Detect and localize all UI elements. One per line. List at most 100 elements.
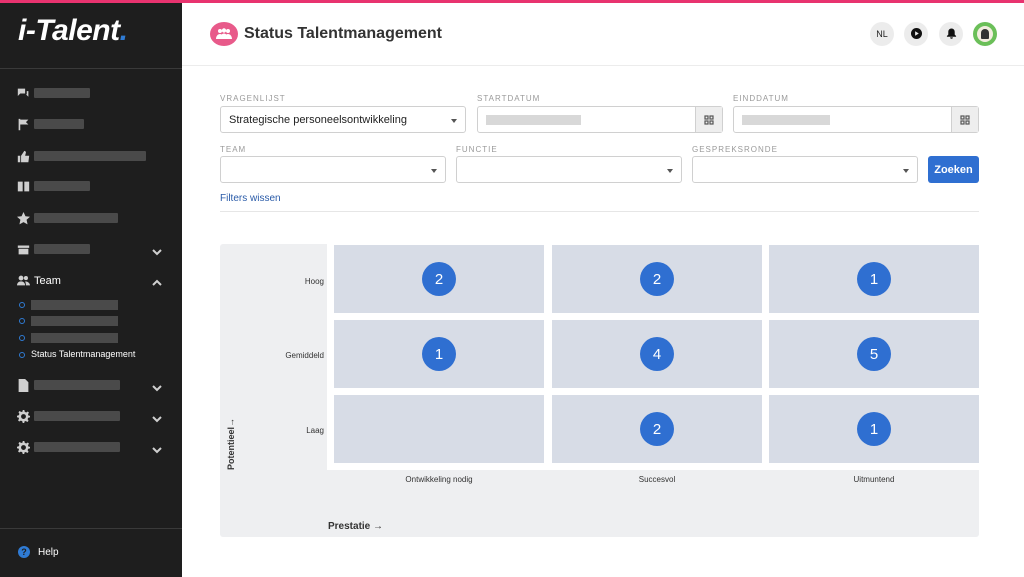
redacted-label [34, 181, 90, 191]
redacted-date [742, 115, 830, 125]
sidebar-divider [0, 528, 182, 529]
matrix-cell-empty[interactable] [334, 395, 544, 463]
sidebar-item-document[interactable] [0, 371, 182, 399]
play-button[interactable] [904, 22, 928, 46]
sidebar-item-settings-1[interactable] [0, 402, 182, 430]
count-bubble[interactable]: 2 [422, 262, 456, 296]
help-icon: ? [18, 546, 30, 558]
archive-icon [16, 242, 30, 256]
thumbs-up-icon [16, 149, 30, 163]
sidebar-item-label: Team [34, 275, 61, 287]
chevron-down-icon[interactable] [152, 380, 162, 392]
matrix-cell[interactable]: 1 [769, 245, 979, 313]
chevron-up-icon[interactable] [152, 275, 162, 286]
count-bubble[interactable]: 1 [422, 337, 456, 371]
count-bubble[interactable]: 2 [640, 412, 674, 446]
redacted-label [34, 119, 84, 129]
book-icon [16, 179, 30, 193]
column-label-ontwikkeling-nodig: Ontwikkeling nodig [405, 475, 473, 484]
chevron-down-icon[interactable] [152, 244, 162, 256]
row-label-hoog: Hoog [304, 277, 324, 286]
sidebar-item-flag[interactable] [0, 110, 182, 138]
bullet-icon [19, 335, 25, 341]
sidebar-subitem[interactable] [0, 331, 182, 347]
calendar-icon[interactable] [951, 107, 978, 132]
avatar[interactable] [973, 22, 997, 46]
redacted-label [34, 411, 120, 421]
chevron-down-icon[interactable] [152, 411, 162, 423]
count-bubble[interactable]: 5 [857, 337, 891, 371]
team-label: TEAM [220, 145, 247, 154]
sidebar-item-settings-2[interactable] [0, 433, 182, 461]
einddatum-field[interactable] [733, 106, 979, 133]
redacted-label [31, 300, 118, 310]
sidebar-item-team[interactable]: Team [0, 266, 182, 294]
top-accent-line [0, 0, 1024, 3]
sidebar-subitem[interactable] [0, 314, 182, 330]
sidebar-subitem-status-talentmanagement[interactable]: Status Talentmanagement [0, 348, 182, 364]
document-icon [16, 378, 30, 392]
redacted-label [34, 244, 90, 254]
y-axis-title: Potentieel→ [226, 417, 236, 470]
functie-select[interactable] [456, 156, 682, 183]
language-button[interactable]: NL [870, 22, 894, 46]
row-label-laag: Laag [306, 426, 324, 435]
column-label-uitmuntend: Uitmuntend [853, 475, 895, 484]
sidebar-item-star[interactable] [0, 204, 182, 232]
help-link[interactable]: ? Help [18, 546, 59, 558]
help-label: Help [38, 546, 59, 558]
redacted-label [34, 88, 90, 98]
matrix-cell[interactable]: 2 [552, 245, 762, 313]
count-bubble[interactable]: 2 [640, 262, 674, 296]
sidebar-subitem[interactable] [0, 298, 182, 314]
column-label-succesvol: Succesvol [638, 475, 676, 484]
matrix-cell[interactable]: 2 [552, 395, 762, 463]
matrix-cell[interactable]: 5 [769, 320, 979, 388]
functie-label: FUNCTIE [456, 145, 498, 154]
bullet-icon [19, 302, 25, 308]
matrix-cell[interactable]: 1 [769, 395, 979, 463]
redacted-label [34, 151, 146, 161]
sidebar-item-thumbs[interactable] [0, 142, 182, 170]
team-status-icon [210, 22, 238, 46]
vragenlijst-value: Strategische personeelsontwikkeling [229, 113, 407, 126]
caret-down-icon [431, 169, 437, 173]
calendar-icon[interactable] [695, 107, 722, 132]
count-bubble[interactable]: 4 [640, 337, 674, 371]
sidebar-divider [0, 68, 182, 69]
sidebar-item-archive[interactable] [0, 235, 182, 263]
matrix-cell[interactable]: 1 [334, 320, 544, 388]
bullet-icon [19, 352, 25, 358]
vragenlijst-select[interactable]: Strategische personeelsontwikkeling [220, 106, 466, 133]
team-select[interactable] [220, 156, 446, 183]
caret-down-icon [451, 119, 457, 123]
einddatum-label: EINDDATUM [733, 94, 789, 103]
chevron-down-icon[interactable] [152, 442, 162, 454]
redacted-label [34, 213, 118, 223]
users-icon [16, 273, 30, 287]
sidebar-item-book[interactable] [0, 172, 182, 200]
gespreksronde-label: GESPREKSRONDE [692, 145, 778, 154]
startdatum-field[interactable] [477, 106, 723, 133]
matrix-cell[interactable]: 2 [334, 245, 544, 313]
sidebar-item-chat[interactable] [0, 79, 182, 107]
search-button[interactable]: Zoeken [928, 156, 979, 183]
count-bubble[interactable]: 1 [857, 262, 891, 296]
app-logo[interactable]: i-Talent. [18, 14, 128, 48]
gear-icon [16, 440, 30, 454]
count-bubble[interactable]: 1 [857, 412, 891, 446]
gespreksronde-select[interactable] [692, 156, 918, 183]
startdatum-label: STARTDATUM [477, 94, 541, 103]
sidebar: i-Talent. Team Status Talentmanagement ?… [0, 0, 182, 577]
redacted-label [34, 442, 120, 452]
bell-icon [946, 27, 957, 41]
chat-icon [16, 86, 30, 100]
matrix-cell[interactable]: 4 [552, 320, 762, 388]
play-icon [910, 27, 922, 41]
vragenlijst-label: VRAGENLIJST [220, 94, 286, 103]
page-title: Status Talentmanagement [244, 25, 442, 42]
notifications-button[interactable] [939, 22, 963, 46]
clear-filters-link[interactable]: Filters wissen [220, 193, 281, 204]
gear-icon [16, 409, 30, 423]
redacted-date [486, 115, 581, 125]
